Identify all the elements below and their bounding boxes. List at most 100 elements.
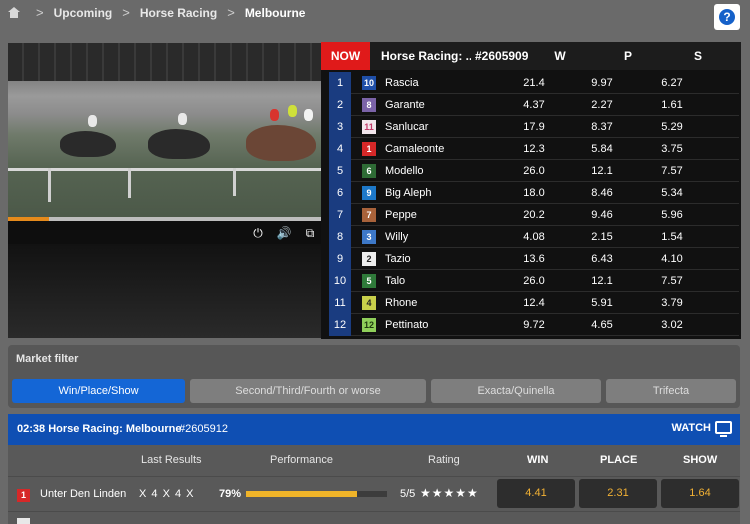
show-odds[interactable]: 5.29 bbox=[647, 121, 697, 133]
tab-trifecta[interactable]: Trifecta bbox=[606, 379, 736, 403]
breadcrumb-separator: > bbox=[227, 5, 235, 20]
runner-last-results: X 4 X 4 X bbox=[139, 488, 195, 500]
runner-row[interactable]: 1 Unter Den Linden X 4 X 4 X 79% 5/5 ★★★… bbox=[8, 476, 740, 510]
row-position: 4 bbox=[329, 138, 351, 160]
odds-row[interactable]: 6 9 Big Aleph 18.0 8.46 5.34 bbox=[329, 182, 739, 204]
place-odds[interactable]: 12.1 bbox=[577, 165, 627, 177]
place-odds[interactable]: 2.15 bbox=[577, 231, 627, 243]
win-odds[interactable]: 17.9 bbox=[509, 121, 559, 133]
saddle-cloth: 1 bbox=[362, 142, 376, 156]
win-odds[interactable]: 9.72 bbox=[509, 319, 559, 331]
help-button[interactable]: ? bbox=[714, 4, 740, 30]
watch-button[interactable]: WATCH bbox=[671, 421, 732, 437]
place-odds[interactable]: 4.65 bbox=[577, 319, 627, 331]
place-odds[interactable]: 2.27 bbox=[577, 99, 627, 111]
place-odds[interactable]: 6.43 bbox=[577, 253, 627, 265]
breadcrumb-separator: > bbox=[122, 5, 130, 20]
odds-table: NOW Horse Racing: ... #2605909 W P S 1 10… bbox=[321, 42, 741, 339]
saddle-cloth: 4 bbox=[362, 296, 376, 310]
show-odds[interactable]: 3.75 bbox=[647, 143, 697, 155]
video-frame[interactable] bbox=[8, 43, 326, 220]
show-odds[interactable]: 5.96 bbox=[647, 209, 697, 221]
help-icon: ? bbox=[719, 9, 735, 25]
tab-exacta-quinella[interactable]: Exacta/Quinella bbox=[431, 379, 601, 403]
place-odds[interactable]: 9.46 bbox=[577, 209, 627, 221]
win-odds[interactable]: 12.4 bbox=[509, 297, 559, 309]
win-odds[interactable]: 21.4 bbox=[509, 77, 559, 89]
place-odds[interactable]: 12.1 bbox=[577, 275, 627, 287]
tab-second-third-fourth[interactable]: Second/Third/Fourth or worse bbox=[190, 379, 426, 403]
odds-row[interactable]: 7 7 Peppe 20.2 9.46 5.96 bbox=[329, 204, 739, 226]
win-odds[interactable]: 13.6 bbox=[509, 253, 559, 265]
odds-row[interactable]: 11 4 Rhone 12.4 5.91 3.79 bbox=[329, 292, 739, 314]
runner-row[interactable] bbox=[8, 511, 740, 524]
place-odds[interactable]: 8.46 bbox=[577, 187, 627, 199]
win-odds[interactable]: 4.37 bbox=[509, 99, 559, 111]
show-odds-button[interactable]: 1.64 bbox=[661, 479, 739, 508]
saddle-cloth: 3 bbox=[362, 230, 376, 244]
odds-row[interactable]: 10 5 Talo 26.0 12.1 7.57 bbox=[329, 270, 739, 292]
place-odds[interactable]: 8.37 bbox=[577, 121, 627, 133]
odds-row[interactable]: 12 12 Pettinato 9.72 4.65 3.02 bbox=[329, 314, 739, 336]
row-position: 10 bbox=[329, 270, 351, 292]
odds-row[interactable]: 4 1 Camaleonte 12.3 5.84 3.75 bbox=[329, 138, 739, 160]
col-place: PLACE bbox=[600, 454, 638, 466]
show-odds[interactable]: 3.02 bbox=[647, 319, 697, 331]
watch-label: WATCH bbox=[671, 421, 711, 434]
grandstand-decor bbox=[8, 43, 326, 81]
place-odds-button[interactable]: 2.31 bbox=[579, 479, 657, 508]
place-odds[interactable]: 9.97 bbox=[577, 77, 627, 89]
row-position: 2 bbox=[329, 94, 351, 116]
show-odds[interactable]: 1.54 bbox=[647, 231, 697, 243]
odds-row[interactable]: 5 6 Modello 26.0 12.1 7.57 bbox=[329, 160, 739, 182]
jockey-shape bbox=[88, 115, 97, 127]
star-rating-icon: ★★★★★ bbox=[420, 486, 479, 500]
runner-name: Unter Den Linden bbox=[40, 488, 127, 500]
jockey-shape bbox=[304, 109, 313, 121]
odds-row[interactable]: 1 10 Rascia 21.4 9.97 6.27 bbox=[329, 72, 739, 94]
win-odds[interactable]: 26.0 bbox=[509, 275, 559, 287]
market-filter: Market filter Win/Place/Show Second/Thir… bbox=[8, 345, 740, 408]
place-odds[interactable]: 5.91 bbox=[577, 297, 627, 309]
win-odds[interactable]: 26.0 bbox=[509, 165, 559, 177]
saddle-cloth: 11 bbox=[362, 120, 376, 134]
volume-icon[interactable]: 🔊 bbox=[276, 225, 292, 241]
odds-row[interactable]: 9 2 Tazio 13.6 6.43 4.10 bbox=[329, 248, 739, 270]
runner-number bbox=[17, 518, 30, 524]
win-odds[interactable]: 4.08 bbox=[509, 231, 559, 243]
runner-name: Modello bbox=[385, 165, 424, 177]
row-position: 3 bbox=[329, 116, 351, 138]
col-header-s: S bbox=[693, 49, 702, 63]
runner-name: Willy bbox=[385, 231, 409, 243]
win-odds[interactable]: 18.0 bbox=[509, 187, 559, 199]
odds-row[interactable]: 3 11 Sanlucar 17.9 8.37 5.29 bbox=[329, 116, 739, 138]
odds-table-header: NOW Horse Racing: ... #2605909 W P S bbox=[321, 42, 741, 70]
breadcrumb: > Upcoming > Horse Racing > Melbourne bbox=[8, 5, 305, 20]
top-bar: > Upcoming > Horse Racing > Melbourne ? bbox=[0, 0, 750, 34]
row-position: 8 bbox=[329, 226, 351, 248]
saddle-cloth: 8 bbox=[362, 98, 376, 112]
show-odds[interactable]: 7.57 bbox=[647, 165, 697, 177]
win-odds[interactable]: 20.2 bbox=[509, 209, 559, 221]
win-odds-button[interactable]: 4.41 bbox=[497, 479, 575, 508]
show-odds[interactable]: 7.57 bbox=[647, 275, 697, 287]
breadcrumb-horse-racing[interactable]: Horse Racing bbox=[140, 6, 217, 20]
breadcrumb-upcoming[interactable]: Upcoming bbox=[54, 6, 113, 20]
power-icon[interactable]: ⏻ bbox=[250, 225, 266, 241]
row-position: 11 bbox=[329, 292, 351, 314]
show-odds[interactable]: 4.10 bbox=[647, 253, 697, 265]
odds-row[interactable]: 8 3 Willy 4.08 2.15 1.54 bbox=[329, 226, 739, 248]
odds-row[interactable]: 2 8 Garante 4.37 2.27 1.61 bbox=[329, 94, 739, 116]
row-position: 9 bbox=[329, 248, 351, 270]
show-odds[interactable]: 1.61 bbox=[647, 99, 697, 111]
tab-win-place-show[interactable]: Win/Place/Show bbox=[12, 379, 185, 403]
place-odds[interactable]: 5.84 bbox=[577, 143, 627, 155]
show-odds[interactable]: 6.27 bbox=[647, 77, 697, 89]
horse-shape bbox=[246, 125, 316, 161]
video-player[interactable]: ⏻ 🔊 ⧉ bbox=[8, 43, 326, 338]
show-odds[interactable]: 5.34 bbox=[647, 187, 697, 199]
home-icon[interactable] bbox=[8, 7, 20, 18]
show-odds[interactable]: 3.79 bbox=[647, 297, 697, 309]
external-link-icon[interactable]: ⧉ bbox=[302, 225, 318, 241]
win-odds[interactable]: 12.3 bbox=[509, 143, 559, 155]
